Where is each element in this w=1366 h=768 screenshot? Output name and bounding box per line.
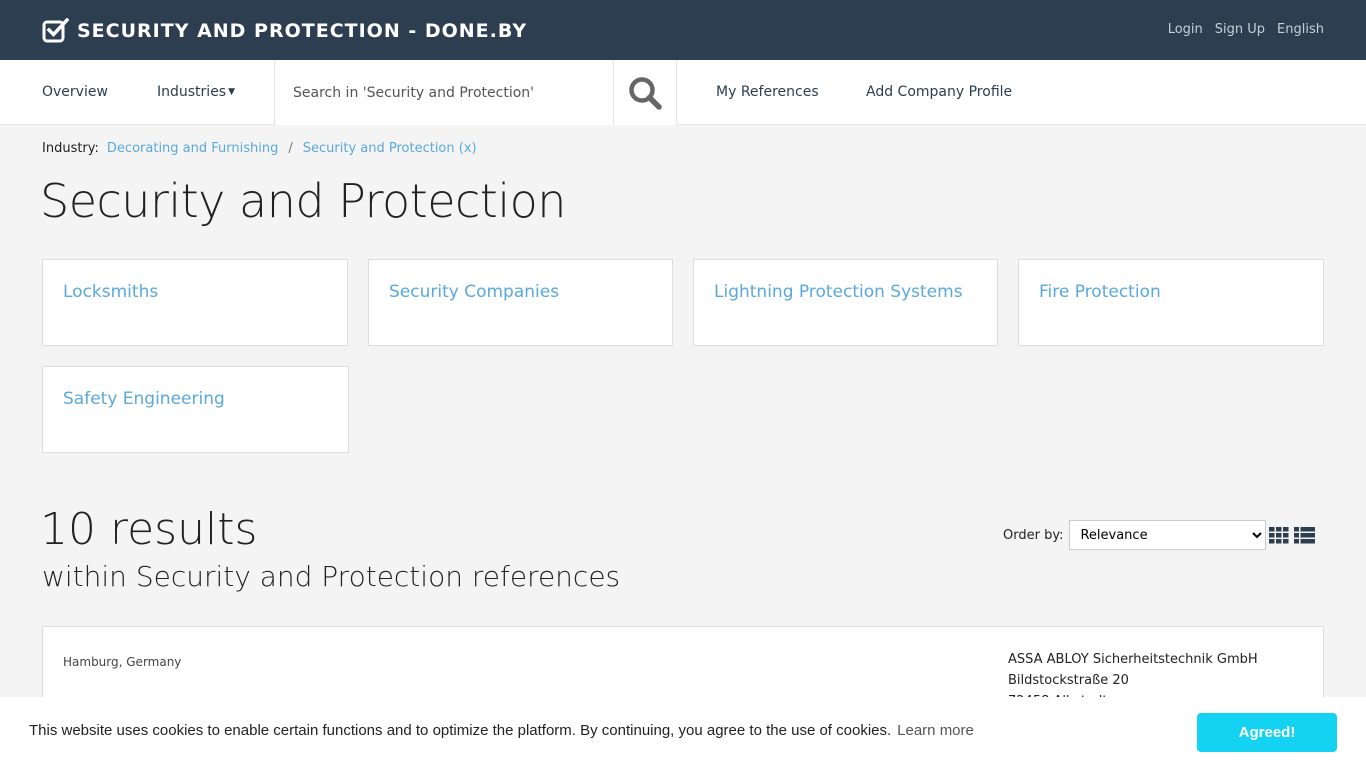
brand-logo[interactable]: SECURITY AND PROTECTION - DONE.BY bbox=[42, 18, 527, 43]
search-bar bbox=[274, 60, 677, 125]
view-toggle bbox=[1269, 527, 1315, 544]
result-location: Hamburg, Germany bbox=[63, 655, 182, 669]
results-subtitle: within Security and Protection reference… bbox=[42, 560, 621, 593]
results-count: 10 results bbox=[40, 504, 258, 555]
category-card-safety-engineering[interactable]: Safety Engineering bbox=[42, 366, 349, 453]
breadcrumb-link-security-remove[interactable]: Security and Protection (x) bbox=[303, 141, 477, 156]
signup-link[interactable]: Sign Up bbox=[1215, 22, 1265, 37]
account-links: Login Sign Up English bbox=[1168, 22, 1324, 37]
nav-overview[interactable]: Overview bbox=[42, 84, 108, 100]
breadcrumb-separator: / bbox=[288, 141, 293, 156]
search-button[interactable] bbox=[613, 60, 676, 125]
checkbox-check-icon bbox=[42, 18, 69, 43]
order-by-select[interactable]: Relevance bbox=[1069, 520, 1267, 550]
category-card-lightning-protection[interactable]: Lightning Protection Systems bbox=[693, 259, 998, 346]
caret-down-icon: ▼ bbox=[228, 87, 236, 97]
main-navbar: Overview Industries▼ My References Add C… bbox=[0, 60, 1366, 125]
result-street: Bildstockstraße 20 bbox=[1008, 673, 1129, 688]
category-link[interactable]: Fire Protection bbox=[1039, 282, 1161, 302]
nav-add-company-profile[interactable]: Add Company Profile bbox=[866, 84, 1012, 100]
cookie-message: This website uses cookies to enable cert… bbox=[29, 722, 974, 739]
order-by-label: Order by: bbox=[1003, 527, 1064, 543]
breadcrumb-label: Industry: bbox=[42, 141, 99, 156]
nav-industries-dropdown[interactable]: Industries ▼ bbox=[157, 84, 235, 100]
page-title: Security and Protection bbox=[40, 174, 566, 228]
category-card-security-companies[interactable]: Security Companies bbox=[368, 259, 673, 346]
result-company-name: ASSA ABLOY Sicherheitstechnik GmbH bbox=[1008, 652, 1258, 667]
category-link[interactable]: Security Companies bbox=[389, 282, 559, 302]
category-card-fire-protection[interactable]: Fire Protection bbox=[1018, 259, 1324, 346]
cookie-banner: This website uses cookies to enable cert… bbox=[0, 697, 1366, 768]
grid-view-icon[interactable] bbox=[1269, 527, 1289, 544]
nav-industries-label: Industries bbox=[157, 84, 227, 100]
login-link[interactable]: Login bbox=[1168, 22, 1203, 37]
list-view-icon[interactable] bbox=[1294, 527, 1315, 544]
top-header: SECURITY AND PROTECTION - DONE.BY Login … bbox=[0, 0, 1366, 60]
order-by-control: Order by: Relevance bbox=[1003, 520, 1267, 550]
search-input[interactable] bbox=[275, 60, 614, 125]
category-link[interactable]: Locksmiths bbox=[63, 282, 158, 302]
category-card-locksmiths[interactable]: Locksmiths bbox=[42, 259, 348, 346]
category-link[interactable]: Lightning Protection Systems bbox=[714, 282, 963, 302]
cookie-agree-button[interactable]: Agreed! bbox=[1197, 713, 1337, 752]
cookie-learn-more-link[interactable]: Learn more bbox=[897, 722, 974, 739]
category-link[interactable]: Safety Engineering bbox=[63, 389, 225, 409]
nav-my-references[interactable]: My References bbox=[716, 84, 819, 100]
language-link[interactable]: English bbox=[1277, 22, 1324, 37]
cookie-text: This website uses cookies to enable cert… bbox=[29, 722, 892, 739]
breadcrumb: Industry: Decorating and Furnishing / Se… bbox=[42, 141, 477, 156]
breadcrumb-link-decorating[interactable]: Decorating and Furnishing bbox=[107, 141, 278, 156]
brand-title: SECURITY AND PROTECTION - DONE.BY bbox=[77, 19, 528, 42]
search-icon bbox=[629, 76, 662, 110]
